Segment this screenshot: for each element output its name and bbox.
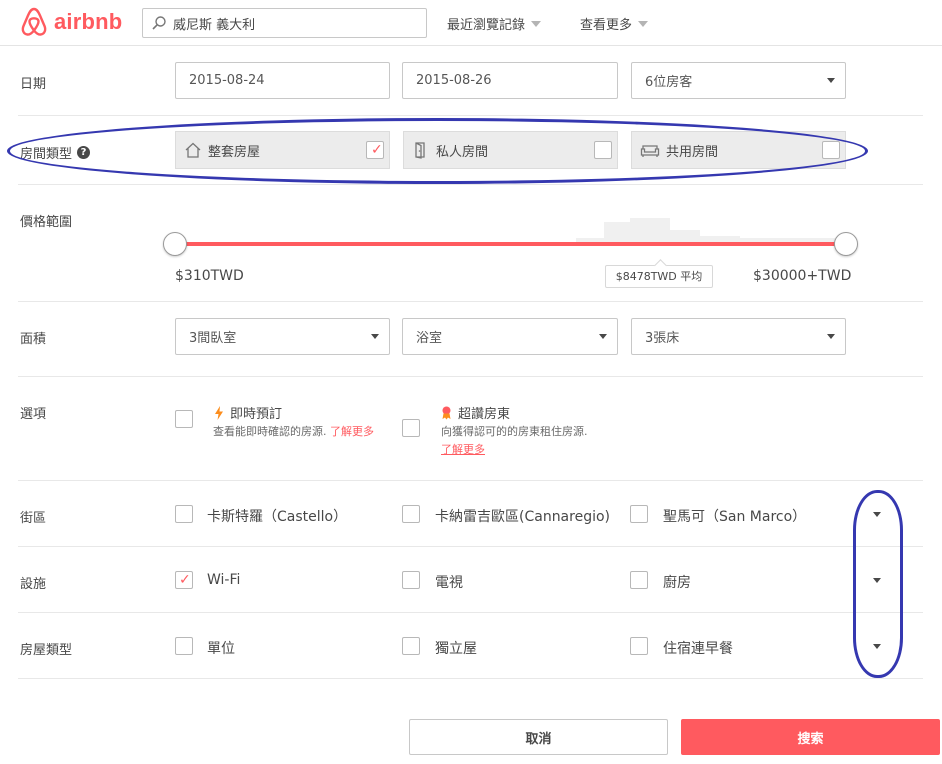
guests-value: 6位房客 xyxy=(645,75,693,90)
bathrooms-value: 浴室 xyxy=(416,331,443,346)
chevron-down-icon xyxy=(531,20,542,27)
recently-viewed-label: 最近瀏覽記錄 xyxy=(447,18,526,33)
chevron-down-icon xyxy=(827,334,835,339)
instant-book-checkbox[interactable] xyxy=(175,410,193,428)
price-min-handle[interactable] xyxy=(163,232,187,256)
superhost-learn-more-text[interactable]: 了解更多 xyxy=(441,443,485,456)
neighborhood-castello-checkbox[interactable] xyxy=(175,505,193,523)
logo-text: airbnb xyxy=(54,9,123,34)
property-apartment-label[interactable]: 單位 xyxy=(207,638,235,658)
price-max-text: $30000+TWD xyxy=(753,268,852,284)
price-average-tag: $8478TWD 平均 xyxy=(605,265,713,288)
chevron-down-icon xyxy=(599,334,607,339)
price-min-text: $310TWD xyxy=(175,268,244,284)
bedrooms-select[interactable]: 3間臥室 xyxy=(175,318,390,355)
header: airbnb 最近瀏覽記錄 查看更多 xyxy=(0,0,942,46)
search-input[interactable] xyxy=(173,15,413,31)
neighborhoods-label: 街區 xyxy=(20,511,47,526)
property-bnb-checkbox[interactable] xyxy=(630,637,648,655)
beds-value: 3張床 xyxy=(645,331,680,346)
search-icon xyxy=(152,16,166,30)
beds-select[interactable]: 3張床 xyxy=(631,318,846,355)
superhost-checkbox[interactable] xyxy=(402,419,420,437)
checkin-field[interactable]: 2015-08-24 xyxy=(175,62,390,99)
superhost-title: 超讚房東 xyxy=(441,403,510,422)
search-button[interactable]: 搜索 xyxy=(681,719,940,755)
price-range-label: 價格範圍 xyxy=(20,215,73,230)
divider xyxy=(18,480,923,481)
price-max-handle[interactable] xyxy=(834,232,858,256)
divider xyxy=(18,546,923,547)
airbnb-logo[interactable]: airbnb xyxy=(20,6,122,38)
options-label: 選項 xyxy=(20,407,47,422)
instant-book-learn-more-link[interactable]: 了解更多 xyxy=(330,425,374,438)
amenity-tv-label[interactable]: 電視 xyxy=(435,572,463,592)
airbnb-logo-icon xyxy=(21,7,47,36)
bedrooms-value: 3間臥室 xyxy=(189,331,237,346)
property-bnb-label[interactable]: 住宿連早餐 xyxy=(663,638,733,658)
divider xyxy=(18,678,923,679)
checkin-value: 2015-08-24 xyxy=(189,73,265,88)
see-more-label: 查看更多 xyxy=(580,18,633,33)
amenity-kitchen-label[interactable]: 廚房 xyxy=(663,572,691,592)
lightning-icon xyxy=(215,405,223,420)
chevron-down-icon xyxy=(371,334,379,339)
checkmark-icon: ✓ xyxy=(179,572,191,588)
annotation-oval-expand-arrows xyxy=(853,490,903,678)
guests-select[interactable]: 6位房客 xyxy=(631,62,846,99)
property-type-label: 房屋類型 xyxy=(20,643,73,658)
annotation-oval-room-type xyxy=(7,118,868,184)
chevron-down-icon xyxy=(638,20,649,27)
checkout-field[interactable]: 2015-08-26 xyxy=(402,62,618,99)
property-house-checkbox[interactable] xyxy=(402,637,420,655)
neighborhood-cannaregio-checkbox[interactable] xyxy=(402,505,420,523)
price-slider-track[interactable] xyxy=(175,242,846,246)
property-apartment-checkbox[interactable] xyxy=(175,637,193,655)
amenities-label: 設施 xyxy=(20,577,47,592)
divider xyxy=(18,115,923,116)
see-more-menu[interactable]: 查看更多 xyxy=(580,14,649,33)
neighborhood-cannaregio-label[interactable]: 卡納雷吉歐區(Cannaregio) xyxy=(435,506,610,526)
divider xyxy=(18,612,923,613)
instant-book-title: 即時預訂 xyxy=(214,403,282,422)
neighborhood-castello-label[interactable]: 卡斯特羅（Castello） xyxy=(207,506,347,526)
recently-viewed-menu[interactable]: 最近瀏覽記錄 xyxy=(447,14,542,33)
search-box[interactable] xyxy=(142,8,427,38)
dates-label: 日期 xyxy=(20,77,47,92)
divider xyxy=(18,376,923,377)
neighborhood-san-marco-label[interactable]: 聖馬可（San Marco） xyxy=(663,506,806,526)
bathrooms-select[interactable]: 浴室 xyxy=(402,318,618,355)
divider xyxy=(18,301,923,302)
amenity-kitchen-checkbox[interactable] xyxy=(630,571,648,589)
property-house-label[interactable]: 獨立屋 xyxy=(435,638,477,658)
chevron-down-icon xyxy=(827,78,835,83)
neighborhood-san-marco-checkbox[interactable] xyxy=(630,505,648,523)
amenity-wifi-label[interactable]: Wi-Fi xyxy=(207,572,240,588)
amenity-wifi-checkbox[interactable]: ✓ xyxy=(175,571,193,589)
instant-book-title-text: 即時預訂 xyxy=(230,407,283,422)
superhost-desc: 向獲得認可的的房東租住房源. xyxy=(441,425,588,438)
checkout-value: 2015-08-26 xyxy=(416,73,492,88)
divider xyxy=(18,184,923,185)
size-label: 面積 xyxy=(20,332,47,347)
superhost-learn-more-link[interactable]: 了解更多 xyxy=(441,441,485,457)
instant-book-desc-text: 查看能即時確認的房源. xyxy=(213,425,327,438)
superhost-badge-icon xyxy=(442,406,451,419)
superhost-title-text: 超讚房東 xyxy=(458,407,511,422)
amenity-tv-checkbox[interactable] xyxy=(402,571,420,589)
cancel-button[interactable]: 取消 xyxy=(409,719,668,755)
instant-book-desc: 查看能即時確認的房源. 了解更多 xyxy=(213,423,374,439)
